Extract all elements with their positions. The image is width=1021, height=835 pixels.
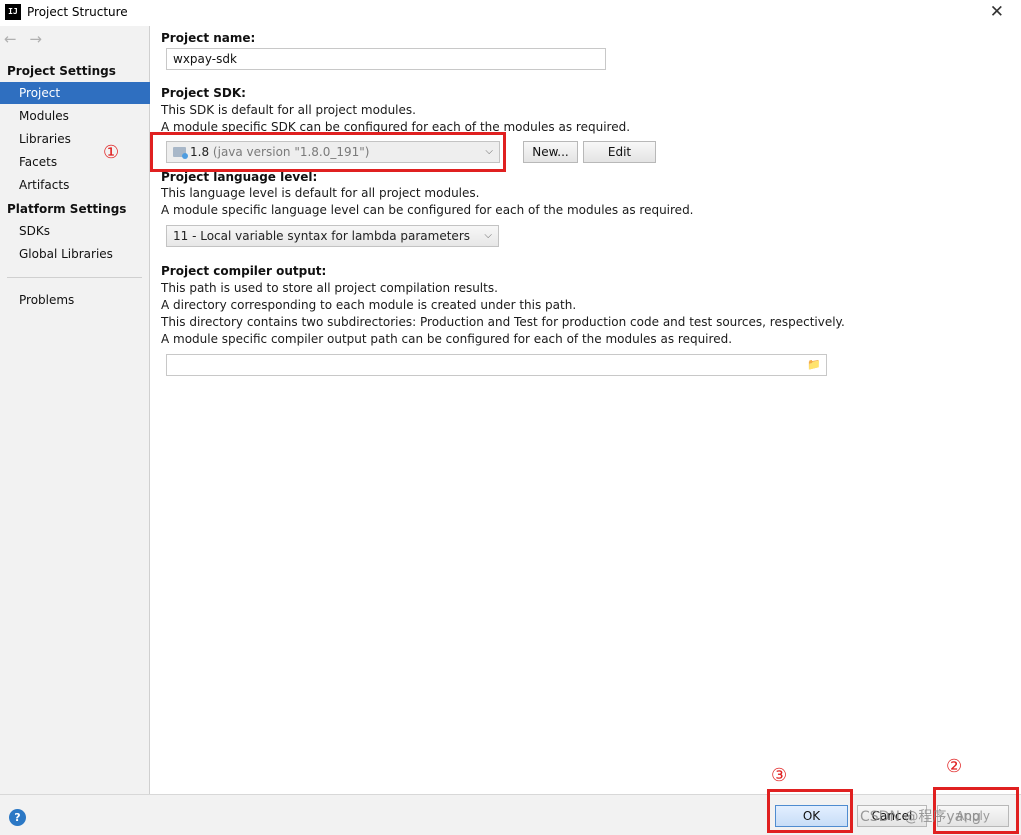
sidebar-item-modules[interactable]: Modules: [0, 105, 150, 127]
project-name-label: Project name:: [161, 31, 256, 45]
language-level-description-1: This language level is default for all p…: [161, 186, 480, 200]
project-sdk-label: Project SDK:: [161, 86, 246, 100]
compiler-output-description-1: This path is used to store all project c…: [161, 281, 498, 295]
language-level-label: Project language level:: [161, 170, 318, 184]
language-level-value: 11 - Local variable syntax for lambda pa…: [173, 229, 470, 243]
sdk-edit-button[interactable]: Edit: [583, 141, 656, 163]
nav-arrows: ← →: [4, 30, 50, 48]
help-icon[interactable]: ?: [9, 809, 26, 826]
project-settings-header: Project Settings: [7, 64, 116, 78]
title-bar: IJ Project Structure ✕: [0, 0, 1021, 26]
sdk-description-1: This SDK is default for all project modu…: [161, 103, 416, 117]
sidebar-item-global-libraries[interactable]: Global Libraries: [0, 243, 150, 265]
sidebar-item-problems[interactable]: Problems: [0, 289, 150, 311]
sidebar-item-libraries[interactable]: Libraries: [0, 128, 150, 150]
sidebar-divider: [7, 277, 142, 278]
chevron-down-icon: ⌵: [484, 230, 492, 241]
csdn-watermark: CSDN @程序yang: [860, 809, 981, 825]
folder-browse-icon[interactable]: 📁: [807, 358, 822, 372]
language-level-dropdown[interactable]: 11 - Local variable syntax for lambda pa…: [166, 225, 499, 247]
annotation-box-ok: [767, 789, 853, 833]
close-icon[interactable]: ✕: [990, 2, 1004, 22]
intellij-app-icon: IJ: [5, 4, 21, 20]
compiler-output-label: Project compiler output:: [161, 264, 327, 278]
sidebar: ← → Project Settings Project Modules Lib…: [0, 26, 150, 794]
window-title: Project Structure: [27, 5, 128, 19]
sidebar-item-facets[interactable]: Facets: [0, 151, 150, 173]
compiler-output-description-2: A directory corresponding to each module…: [161, 298, 577, 312]
compiler-output-description-4: A module specific compiler output path c…: [161, 332, 733, 346]
sidebar-item-project[interactable]: Project: [0, 82, 150, 104]
back-arrow-icon[interactable]: ←: [4, 30, 17, 48]
compiler-output-description-3: This directory contains two subdirectori…: [161, 315, 845, 329]
compiler-output-path-input[interactable]: 📁: [166, 354, 827, 376]
sdk-new-button[interactable]: New...: [523, 141, 578, 163]
language-level-description-2: A module specific language level can be …: [161, 203, 694, 217]
project-name-input[interactable]: wxpay-sdk: [166, 48, 606, 70]
platform-settings-header: Platform Settings: [7, 202, 127, 216]
sidebar-item-artifacts[interactable]: Artifacts: [0, 174, 150, 196]
annotation-box-sdk: [150, 132, 506, 172]
forward-arrow-icon[interactable]: →: [29, 30, 42, 48]
annotation-mark-3: ③: [771, 765, 788, 786]
annotation-mark-2: ②: [946, 756, 963, 777]
sidebar-item-sdks[interactable]: SDKs: [0, 220, 150, 242]
annotation-mark-1: ①: [103, 142, 120, 163]
